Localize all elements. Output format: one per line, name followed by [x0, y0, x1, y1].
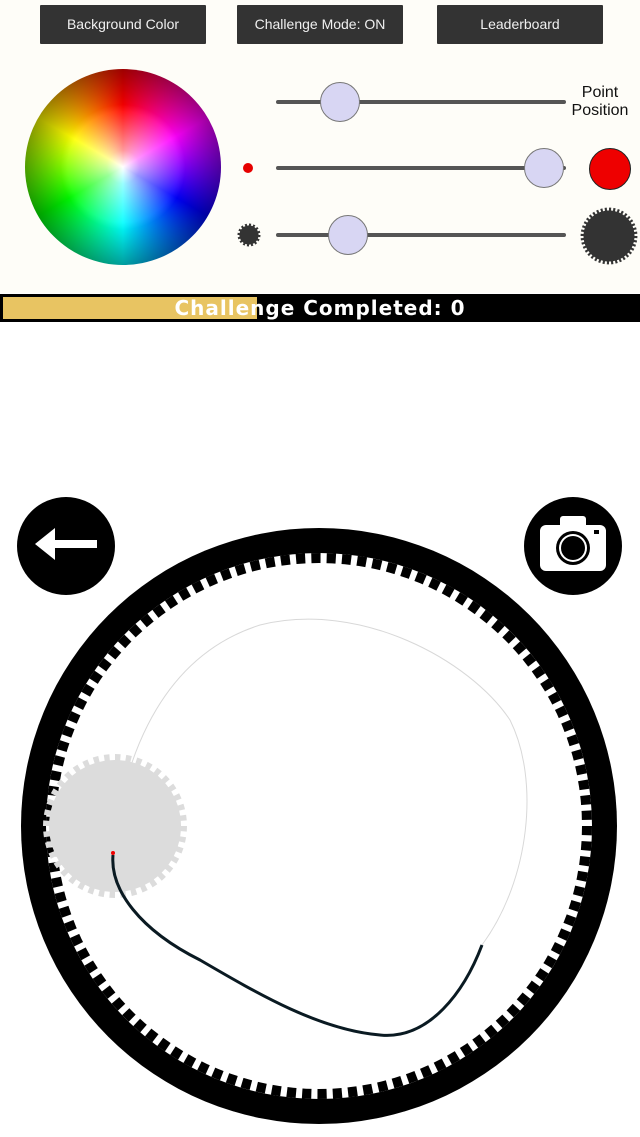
ring-tooth	[580, 810, 592, 821]
gear-shape	[237, 223, 261, 247]
point-position-slider-thumb[interactable]	[320, 82, 360, 122]
gear-shape	[580, 207, 638, 265]
point-position-label: Point Position	[566, 84, 634, 120]
challenge-mode-button[interactable]: Challenge Mode: ON	[237, 5, 403, 44]
large-point-icon	[589, 148, 631, 190]
arrow-left-icon	[35, 528, 97, 560]
control-panel: Background Color Challenge Mode: ON Lead…	[0, 0, 640, 293]
ring-tooth	[317, 1087, 327, 1099]
ring-tooth	[295, 553, 306, 565]
back-button[interactable]	[17, 497, 115, 595]
challenge-progress-text: Challenge Completed: 0	[174, 296, 466, 320]
pen-point	[111, 851, 115, 855]
point-position-label-line2: Position	[571, 102, 629, 119]
ring-tooth	[332, 1087, 343, 1099]
ring-tooth	[326, 553, 337, 565]
gear-size-slider-track[interactable]	[276, 233, 566, 237]
ring-tooth	[580, 826, 592, 836]
point-size-slider-thumb[interactable]	[524, 148, 564, 188]
background-color-button[interactable]: Background Color	[40, 5, 206, 44]
ring-tooth	[579, 794, 592, 806]
small-gear-icon	[237, 223, 261, 247]
camera-button[interactable]	[524, 497, 622, 595]
large-gear-icon	[580, 207, 638, 265]
gear-size-slider-thumb[interactable]	[328, 215, 368, 255]
drawing-canvas[interactable]	[0, 520, 640, 1137]
small-point-icon	[243, 163, 253, 173]
point-size-slider-track[interactable]	[276, 166, 566, 170]
challenge-progress-bar: Challenge Completed: 0	[0, 294, 640, 322]
ring-tooth	[579, 840, 592, 851]
camera-icon	[540, 516, 606, 571]
point-position-label-line1: Point	[581, 84, 619, 101]
ring-tooth	[301, 1087, 312, 1099]
ring-tooth	[311, 553, 321, 565]
leaderboard-button[interactable]: Leaderboard	[437, 5, 603, 44]
color-wheel[interactable]	[25, 69, 221, 265]
